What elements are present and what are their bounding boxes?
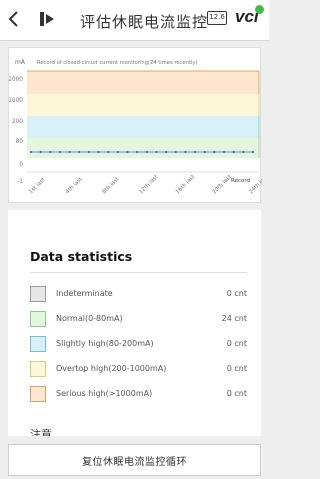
- stats-divider: [30, 272, 247, 273]
- stat-value: 0 cnt: [226, 339, 247, 348]
- exit-icon[interactable]: [39, 10, 57, 28]
- data-point: [242, 150, 245, 154]
- serious-high-swatch: [30, 386, 46, 402]
- data-point: [107, 150, 110, 154]
- x-axis-ticks: 1st last 4th last 8th last 12th last 16th la…: [28, 173, 270, 196]
- page-title: 评估休眠电流监控: [80, 13, 209, 31]
- data-point: [193, 150, 197, 154]
- chart-title: Record of closed-circuit current monitor…: [37, 60, 197, 66]
- band-3: [27, 138, 259, 158]
- data-point: [126, 150, 129, 154]
- stat-label: Slightly high(80-200mA): [56, 339, 154, 348]
- y-tick-label: 80: [16, 139, 24, 145]
- indeterminate-swatch: [30, 286, 46, 302]
- slightly-high-swatch: [30, 336, 46, 352]
- connection-status-icon: [255, 5, 264, 14]
- y-tick-label: 1000: [9, 98, 23, 104]
- top-bar: 评估休眠电流监控 12.6 vci: [0, 0, 269, 41]
- y-tick-label: -1: [17, 179, 23, 185]
- data-point: [165, 150, 168, 154]
- threshold-bands: [27, 70, 260, 158]
- stat-row-indeterminate: Indeterminate 0 cnt: [8, 286, 261, 304]
- data-point: [222, 150, 226, 154]
- data-point: [145, 150, 148, 154]
- stat-row-slightly-high: Slightly high(80-200mA) 0 cnt: [8, 336, 261, 354]
- data-point: [116, 150, 119, 154]
- stat-value: 0 cnt: [226, 389, 247, 398]
- stat-row-normal: Normal(0-80mA) 24 cnt: [8, 311, 261, 329]
- x-tick-label: 1st last: [28, 176, 47, 195]
- data-point: [68, 150, 71, 154]
- data-point: [174, 150, 177, 154]
- data-point: [251, 150, 255, 154]
- x-tick-label: 16th last: [175, 173, 197, 195]
- current-chart: mA Record of closed-circuit current moni…: [8, 59, 270, 196]
- normal-swatch: [30, 311, 46, 327]
- stat-label: Serious high(>1000mA): [56, 389, 153, 398]
- x-tick-label: 24th last: [248, 173, 262, 195]
- data-point: [58, 150, 62, 154]
- stat-label: Overtop high(200-1000mA): [56, 364, 167, 373]
- x-tick-label: 8th last: [102, 176, 122, 196]
- data-point: [184, 150, 187, 154]
- notes-section-heading: 注意: [30, 428, 52, 436]
- overtop-high-swatch: [30, 361, 46, 377]
- back-arrow-icon[interactable]: [6, 10, 22, 28]
- data-point: [155, 150, 158, 154]
- stats-title: Data statistics: [30, 249, 133, 264]
- y-axis-ticks: 2000 1000 200 80 0 -1: [8, 77, 24, 185]
- data-point: [78, 150, 81, 154]
- data-point: [203, 150, 206, 154]
- current-chart-card: mA Record of closed-circuit current moni…: [8, 47, 270, 203]
- stat-value: 0 cnt: [226, 364, 247, 373]
- stat-label: Normal(0-80mA): [56, 314, 123, 323]
- x-tick-label: 20th last: [212, 173, 234, 195]
- data-point: [136, 150, 139, 154]
- band-0: [27, 71, 259, 94]
- data-statistics-panel: Data statistics Indeterminate 0 cnt Norm…: [8, 210, 261, 436]
- chart-x-label: Record: [231, 178, 250, 184]
- stat-label: Indeterminate: [56, 289, 113, 298]
- band-2: [27, 116, 259, 138]
- data-point: [29, 150, 33, 154]
- y-tick-label: 0: [19, 162, 23, 168]
- y-tick-label: 200: [12, 119, 23, 125]
- data-point: [232, 150, 235, 154]
- stat-row-overtop-high: Overtop high(200-1000mA) 0 cnt: [8, 361, 261, 379]
- chart-y-unit: mA: [15, 59, 26, 66]
- band-1: [27, 94, 259, 116]
- x-tick-label: 12th last: [138, 173, 160, 195]
- battery-voltage-badge: 12.6: [207, 11, 227, 25]
- data-point: [213, 150, 216, 154]
- y-tick-label: 2000: [9, 77, 23, 83]
- data-point: [49, 150, 52, 154]
- data-point: [97, 150, 100, 154]
- reset-monitoring-cycle-button[interactable]: 复位休眠电流监控循环: [8, 444, 261, 476]
- data-point: [39, 150, 42, 154]
- stat-row-serious-high: Serious high(>1000mA) 0 cnt: [8, 386, 261, 404]
- stat-value: 24 cnt: [221, 314, 247, 323]
- data-point: [87, 150, 91, 154]
- stat-value: 0 cnt: [226, 289, 247, 298]
- x-tick-label: 4th last: [65, 176, 85, 196]
